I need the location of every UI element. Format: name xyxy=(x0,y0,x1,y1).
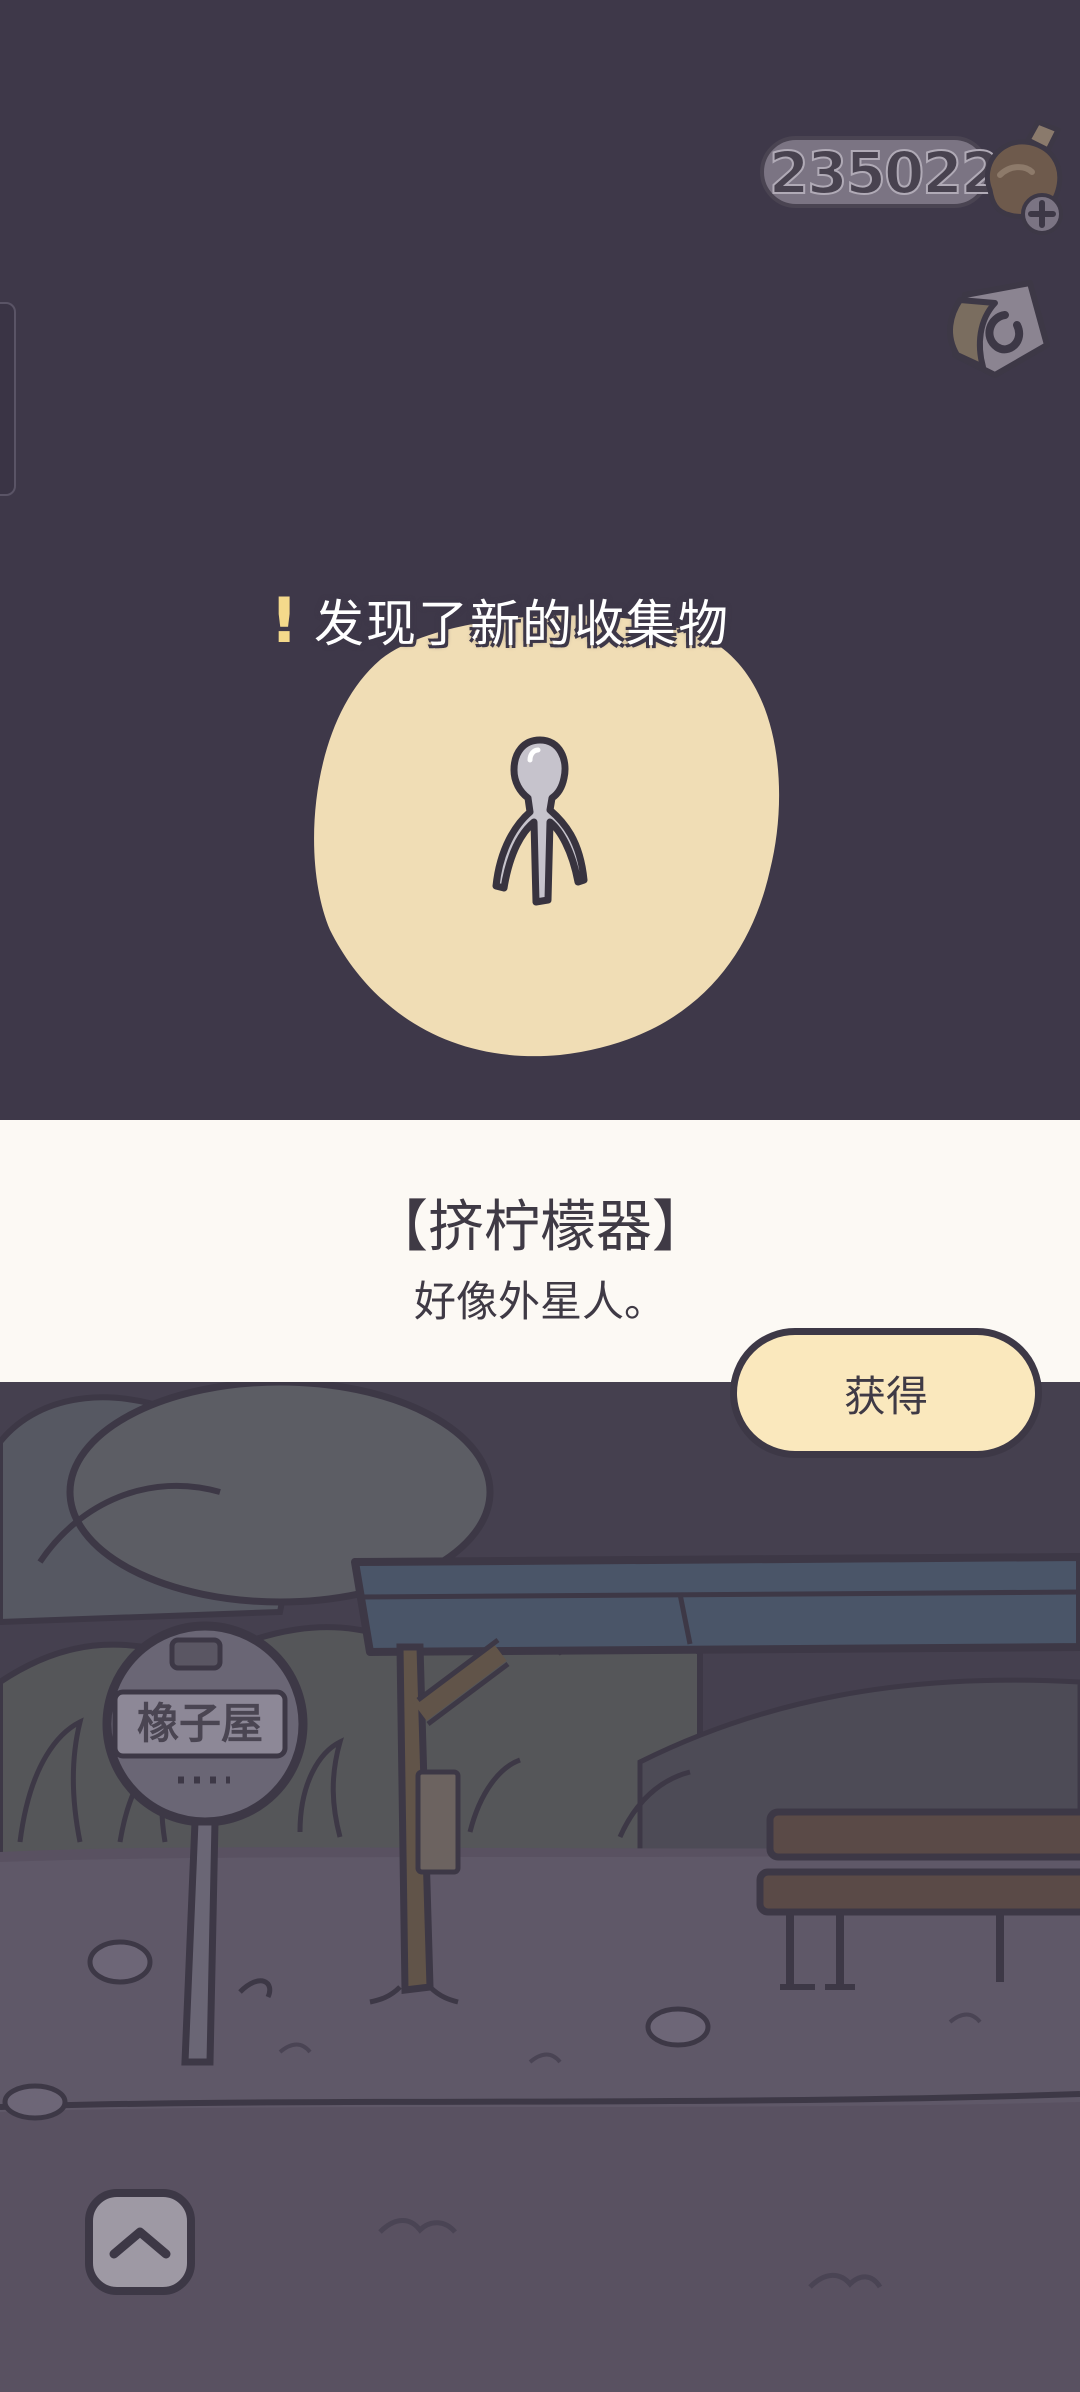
discovery-title: 发现了新的收集物 xyxy=(314,595,730,653)
obtain-button[interactable]: 获得 xyxy=(730,1328,1042,1458)
chevron-up-icon[interactable] xyxy=(84,2188,196,2296)
clover-count: 235022 xyxy=(768,139,1002,207)
plus-icon[interactable] xyxy=(1020,192,1064,236)
side-drawer-handle[interactable] xyxy=(0,302,16,496)
exclamation-icon: ! xyxy=(270,583,299,657)
lemon-squeezer-icon xyxy=(492,736,588,906)
discovery-header: ! 发现了新的收集物 xyxy=(270,583,830,657)
ticket-icon[interactable] xyxy=(935,275,1055,390)
clover-counter[interactable]: 235022 xyxy=(750,120,1080,240)
item-description: 好像外星人。 xyxy=(413,1277,666,1326)
item-name: 【挤柠檬器】 xyxy=(372,1195,708,1260)
game-screen: 235022 ! 发现了新的收集物 【挤柠檬器】 好像外星人。 橡子屋 获得 xyxy=(0,0,1080,2392)
sign-text: 橡子屋 xyxy=(137,1699,263,1748)
